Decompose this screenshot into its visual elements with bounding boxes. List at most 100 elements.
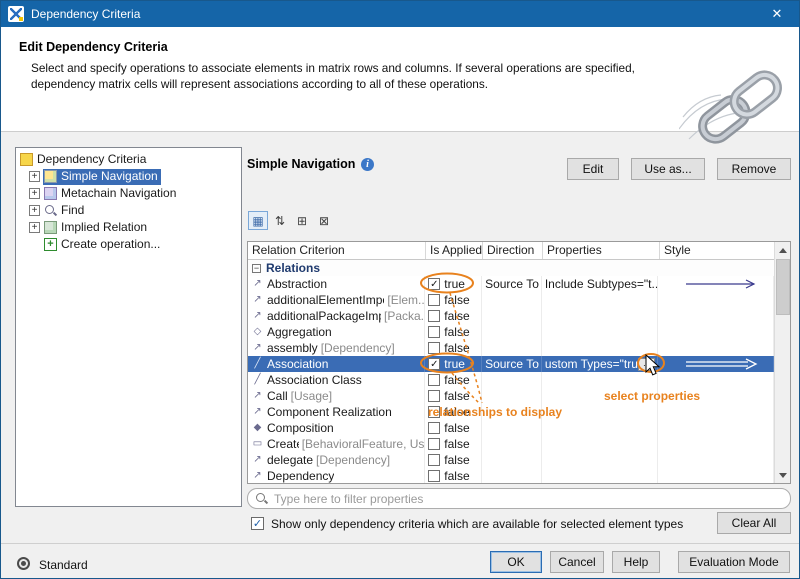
is-applied-cell: false xyxy=(425,436,482,452)
delegate-icon: ↗ xyxy=(251,452,264,468)
relation-criterion-cell: ▭Create[BehavioralFeature, Usa... xyxy=(248,436,425,452)
properties-value: Include Subtypes="t... xyxy=(545,276,658,292)
is-applied-checkbox[interactable] xyxy=(428,374,440,386)
is-applied-value: false xyxy=(444,324,469,340)
is-applied-checkbox[interactable] xyxy=(428,294,440,306)
is-applied-checkbox[interactable] xyxy=(428,422,440,434)
is-applied-checkbox[interactable] xyxy=(428,342,440,354)
expand-icon[interactable]: + xyxy=(29,188,40,199)
call-icon: ↗ xyxy=(251,388,264,404)
use-as-button[interactable]: Use as... xyxy=(631,158,705,180)
cancel-button[interactable]: Cancel xyxy=(550,551,604,573)
is-applied-checkbox[interactable] xyxy=(428,454,440,466)
relation-name: additionalPackageImport xyxy=(267,308,381,324)
simple-navigation-icon xyxy=(44,170,57,183)
scroll-up-icon[interactable] xyxy=(775,242,791,258)
close-icon[interactable] xyxy=(755,1,799,27)
table-row-additionalpackageimport[interactable]: ↗additionalPackageImport[Packa...false xyxy=(248,308,774,324)
table-row-composition[interactable]: ◆Composition false xyxy=(248,420,774,436)
relation-criterion-cell: ↗Dependency xyxy=(248,468,425,483)
dependency-icon: ↗ xyxy=(251,468,264,483)
column-header-properties[interactable]: Properties xyxy=(543,242,660,259)
tree-node[interactable]: Simple Navigation xyxy=(43,169,161,185)
relation-name: Dependency xyxy=(267,468,334,483)
help-button[interactable]: Help xyxy=(612,551,660,573)
filter-input[interactable] xyxy=(274,492,790,506)
properties-ellipsis-button[interactable]: ... xyxy=(638,358,655,371)
tree-item-dependency-criteria[interactable]: Dependency Criteria xyxy=(16,151,241,168)
relation-suffix: [Packa... xyxy=(384,308,424,324)
column-header-direction[interactable]: Direction xyxy=(483,242,543,259)
is-applied-value: false xyxy=(444,420,469,436)
info-icon[interactable] xyxy=(361,158,374,171)
edit-button[interactable]: Edit xyxy=(567,158,619,180)
table-row-aggregation[interactable]: ◇Aggregationfalse xyxy=(248,324,774,340)
is-applied-value: false xyxy=(444,292,469,308)
filter-field[interactable] xyxy=(247,488,791,509)
column-header-is-applied[interactable]: Is Applied xyxy=(426,242,483,259)
titlebar[interactable]: Dependency Criteria xyxy=(1,1,799,27)
show-only-checkbox[interactable] xyxy=(251,517,264,530)
expand-icon[interactable]: + xyxy=(29,205,40,216)
table-row-association[interactable]: ╱Association✓trueSource To T...ustom Typ… xyxy=(248,356,774,372)
table-row-additionalelementimport[interactable]: ↗additionalElementImport[Elem...false xyxy=(248,292,774,308)
tree-node[interactable]: Metachain Navigation xyxy=(43,186,179,202)
collapse-criteria-icon[interactable]: ⊠ xyxy=(314,212,334,231)
properties-cell xyxy=(542,420,659,436)
is-applied-value: false xyxy=(444,372,469,388)
find-icon xyxy=(44,204,57,217)
tree-item-create-operation[interactable]: Create operation... xyxy=(16,236,241,253)
table-row-abstraction[interactable]: ↗Abstraction✓trueSource To T...Include S… xyxy=(248,276,774,292)
tree-node[interactable]: Find xyxy=(43,203,87,219)
column-header-relation-criterion[interactable]: Relation Criterion xyxy=(248,242,426,259)
import-icon: ↗ xyxy=(251,308,264,324)
expand-icon[interactable]: + xyxy=(29,171,40,182)
relation-name: Component Realization xyxy=(267,404,392,420)
composition-icon: ◆ xyxy=(251,420,264,436)
tree-item-simple-navigation[interactable]: +Simple Navigation xyxy=(16,168,241,185)
is-applied-checkbox[interactable] xyxy=(428,310,440,322)
table-row-create[interactable]: ▭Create[BehavioralFeature, Usa...false xyxy=(248,436,774,452)
standard-mode-icon xyxy=(17,557,30,570)
tree-item-find[interactable]: +Find xyxy=(16,202,241,219)
is-applied-checkbox[interactable]: ✓ xyxy=(428,358,440,370)
criteria-grid-icon[interactable]: ▦ xyxy=(248,211,268,230)
tree-node[interactable]: Create operation... xyxy=(43,237,163,253)
scroll-down-icon[interactable] xyxy=(775,467,791,483)
vertical-scrollbar[interactable] xyxy=(774,242,790,483)
ok-button[interactable]: OK xyxy=(490,551,542,573)
relation-name: Association Class xyxy=(267,372,362,388)
expand-criteria-icon[interactable]: ⊞ xyxy=(292,212,312,231)
expand-icon[interactable]: + xyxy=(29,222,40,233)
evaluation-mode-button[interactable]: Evaluation Mode xyxy=(678,551,790,573)
is-applied-cell: false xyxy=(425,468,482,483)
table-row-delegate[interactable]: ↗delegate[Dependency]false xyxy=(248,452,774,468)
relation-name: Create xyxy=(267,436,299,452)
is-applied-checkbox[interactable] xyxy=(428,390,440,402)
table-row-dependency[interactable]: ↗Dependencyfalse xyxy=(248,468,774,483)
style-cell xyxy=(658,436,774,452)
relation-criterion-cell: ◆Composition xyxy=(248,420,425,436)
direction-cell xyxy=(482,340,542,356)
table-row-assembly[interactable]: ↗assembly[Dependency]false xyxy=(248,340,774,356)
relations-group-row[interactable]: −Relations xyxy=(248,260,774,276)
relation-criterion-cell: ↗delegate[Dependency] xyxy=(248,452,425,468)
tree-item-implied-relation[interactable]: +Implied Relation xyxy=(16,219,241,236)
is-applied-checkbox[interactable] xyxy=(428,438,440,450)
tree-node[interactable]: Implied Relation xyxy=(43,220,150,236)
tree-item-metachain-navigation[interactable]: +Metachain Navigation xyxy=(16,185,241,202)
remove-button[interactable]: Remove xyxy=(717,158,791,180)
is-applied-checkbox[interactable] xyxy=(428,470,440,482)
clear-all-button[interactable]: Clear All xyxy=(717,512,791,534)
is-applied-checkbox[interactable]: ✓ xyxy=(428,278,440,290)
collapse-icon[interactable]: − xyxy=(252,264,261,273)
column-header-style[interactable]: Style xyxy=(660,242,776,259)
sort-alpha-icon[interactable]: ⇅ xyxy=(270,212,290,231)
is-applied-checkbox[interactable] xyxy=(428,326,440,338)
tree-node[interactable]: Dependency Criteria xyxy=(19,152,149,168)
table-row-association-class[interactable]: ╱Association Classfalse xyxy=(248,372,774,388)
scrollbar-thumb[interactable] xyxy=(776,259,790,315)
direction-cell: Source To T... xyxy=(482,276,542,292)
properties-cell xyxy=(542,292,659,308)
relation-name: additionalElementImport xyxy=(267,292,384,308)
